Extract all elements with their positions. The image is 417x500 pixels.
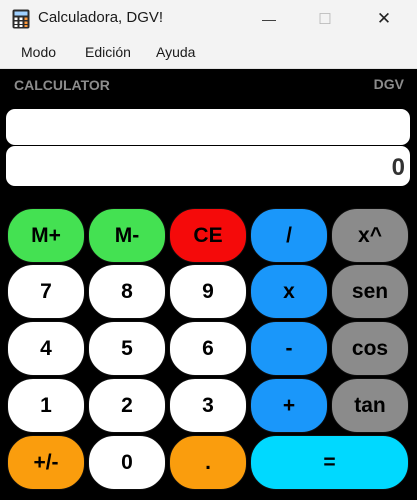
maximize-button[interactable]: ☐ — [302, 0, 348, 37]
multiply-button[interactable]: x — [250, 264, 328, 319]
calculator-heading: CALCULATOR — [14, 77, 110, 93]
digit-6-button[interactable]: 6 — [169, 321, 247, 376]
menu-bar: Modo Edición Ayuda — [0, 37, 417, 69]
memory-add-button[interactable]: M+ — [7, 208, 85, 263]
toggle-sign-button[interactable]: +/- — [7, 435, 85, 490]
cosine-button[interactable]: cos — [331, 321, 409, 376]
maximize-icon: ☐ — [318, 10, 332, 28]
result-value: 0 — [391, 154, 405, 181]
digit-0-button[interactable]: 0 — [88, 435, 166, 490]
clear-entry-button[interactable]: CE — [169, 208, 247, 263]
window-title: Calculadora, DGV! — [38, 9, 164, 26]
menu-edicion[interactable]: Edición — [85, 44, 131, 60]
expression-display — [6, 109, 410, 145]
calculator-panel: CALCULATOR DGV 0 M+ M- CE / x^ 7 8 9 x s… — [0, 69, 417, 500]
digit-5-button[interactable]: 5 — [88, 321, 166, 376]
title-bar: Calculadora, DGV! — ☐ ✕ — [0, 0, 417, 37]
equals-button[interactable]: = — [250, 435, 409, 490]
add-button[interactable]: + — [250, 378, 328, 433]
memory-subtract-button[interactable]: M- — [88, 208, 166, 263]
sine-button[interactable]: sen — [331, 264, 409, 319]
digit-7-button[interactable]: 7 — [7, 264, 85, 319]
digit-2-button[interactable]: 2 — [88, 378, 166, 433]
menu-ayuda[interactable]: Ayuda — [156, 44, 195, 60]
calculator-icon — [12, 9, 30, 29]
decimal-point-button[interactable]: . — [169, 435, 247, 490]
divide-button[interactable]: / — [250, 208, 328, 263]
digit-8-button[interactable]: 8 — [88, 264, 166, 319]
minimize-button[interactable]: — — [246, 0, 292, 37]
menu-modo[interactable]: Modo — [21, 44, 56, 60]
tangent-button[interactable]: tan — [331, 378, 409, 433]
close-button[interactable]: ✕ — [361, 0, 407, 37]
brand-label: DGV — [373, 76, 404, 92]
subtract-button[interactable]: - — [250, 321, 328, 376]
result-display: 0 — [6, 146, 410, 186]
power-button[interactable]: x^ — [331, 208, 409, 263]
digit-9-button[interactable]: 9 — [169, 264, 247, 319]
close-icon: ✕ — [376, 8, 392, 28]
digit-3-button[interactable]: 3 — [169, 378, 247, 433]
digit-4-button[interactable]: 4 — [7, 321, 85, 376]
minimize-icon: — — [262, 10, 276, 27]
digit-1-button[interactable]: 1 — [7, 378, 85, 433]
